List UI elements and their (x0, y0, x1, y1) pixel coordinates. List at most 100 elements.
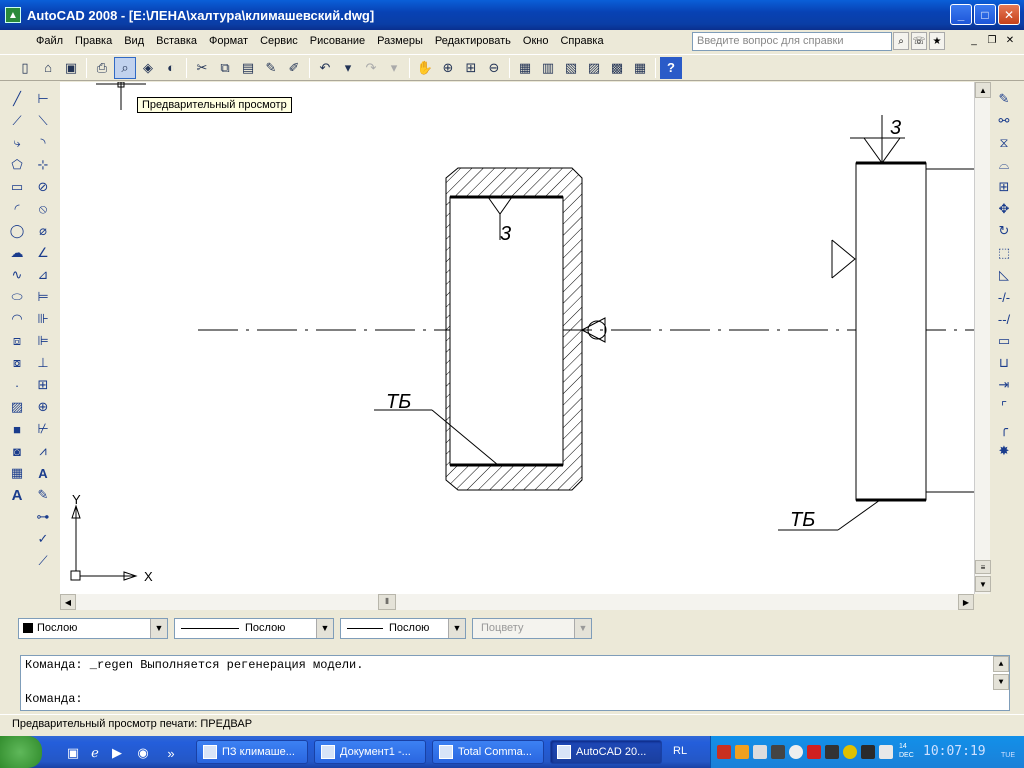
vertical-scrollbar[interactable]: ▲ ≡ ▼ (974, 82, 991, 594)
insert-block-icon[interactable]: ⧈ (6, 330, 28, 352)
linear-dimension-icon[interactable]: ⊢ (32, 88, 54, 110)
quick-leader-icon[interactable]: ⊫ (32, 330, 54, 352)
help-search-input[interactable]: Введите вопрос для справки (692, 32, 892, 51)
ie-icon[interactable]: ℯ (86, 744, 104, 762)
paste-icon[interactable]: ▤ (237, 57, 259, 79)
construction-line-icon[interactable]: ⟋ (6, 110, 28, 132)
doc-close-button[interactable]: ✕ (1002, 33, 1018, 48)
command-prompt[interactable]: Команда: (25, 692, 83, 706)
command-window[interactable]: Команда: _regen Выполняется регенерация … (20, 655, 1010, 711)
copy-object-icon[interactable]: ⚯ (993, 110, 1015, 132)
tray-clock-icon[interactable] (789, 745, 803, 759)
task-total-commander[interactable]: Total Comma... (432, 740, 544, 764)
plot-preview-icon[interactable]: ⌕ (114, 56, 136, 79)
tray-antivirus-icon[interactable] (843, 745, 857, 759)
chevron-down-icon[interactable]: ▼ (316, 618, 333, 638)
menu-draw[interactable]: Рисование (304, 35, 371, 47)
menu-modify[interactable]: Редактировать (429, 35, 517, 47)
tray-network-icon[interactable] (753, 745, 767, 759)
hatch-icon[interactable]: ▨ (6, 396, 28, 418)
communication-center-icon[interactable]: ☏ (911, 32, 927, 50)
menu-window[interactable]: Окно (517, 35, 555, 47)
help-icon[interactable]: ? (660, 56, 682, 79)
menu-help[interactable]: Справка (554, 35, 609, 47)
tolerance-icon[interactable]: ⊥ (32, 352, 54, 374)
design-center-icon[interactable]: ▥ (537, 57, 559, 79)
lineweight-control[interactable]: Послою ▼ (340, 617, 466, 639)
start-button[interactable] (0, 736, 42, 768)
close-button[interactable]: ✕ (998, 4, 1020, 25)
move-icon[interactable]: ✥ (993, 198, 1015, 220)
help-search-icon[interactable]: ⌕ (893, 32, 909, 50)
continue-dimension-icon[interactable]: ⊪ (32, 308, 54, 330)
undo-icon[interactable]: ↶ (314, 57, 336, 79)
favorites-star-icon[interactable]: ★ (929, 32, 945, 50)
explode-icon[interactable]: ✸ (993, 440, 1015, 462)
pan-icon[interactable]: ✋ (414, 57, 436, 79)
scroll-down-icon[interactable]: ▼ (975, 576, 991, 592)
break-at-point-icon[interactable]: ▭ (993, 330, 1015, 352)
fillet-icon[interactable]: ╭ (993, 418, 1015, 440)
autocad-app-icon[interactable]: ▲ (5, 7, 21, 23)
task-autocad[interactable]: AutoCAD 20... (550, 740, 662, 764)
3d-dwf-icon[interactable]: ◐ (160, 57, 182, 79)
volume-icon[interactable] (879, 745, 893, 759)
leader-edit-icon[interactable]: ⟋ (32, 550, 54, 572)
match-properties-icon[interactable]: ✎ (260, 57, 282, 79)
text-edit-icon[interactable]: ✎ (32, 484, 54, 506)
tray-device-icon[interactable] (825, 745, 839, 759)
arc-icon[interactable]: ◜ (6, 198, 28, 220)
chevron-down-icon[interactable]: ▼ (150, 618, 167, 638)
open-icon[interactable]: ⌂ (37, 57, 59, 79)
plotstyle-control[interactable]: Поцвету ▼ (472, 617, 592, 639)
wmp-icon[interactable]: ▶ (108, 744, 126, 762)
polygon-icon[interactable]: ⬠ (6, 154, 28, 176)
ellipse-icon[interactable]: ⬭ (6, 286, 28, 308)
menu-dimensions[interactable]: Размеры (371, 35, 429, 47)
menu-tools[interactable]: Сервис (254, 35, 304, 47)
tray-player-icon[interactable] (735, 745, 749, 759)
rectangle-icon[interactable]: ▭ (6, 176, 28, 198)
zoom-window-icon[interactable]: ⊞ (460, 57, 482, 79)
arc-length-icon[interactable]: ◝ (32, 132, 54, 154)
scale-icon[interactable]: ⬚ (993, 242, 1015, 264)
baseline-dimension-icon[interactable]: ⊨ (32, 286, 54, 308)
cmd-scroll-down-icon[interactable]: ▼ (993, 674, 1009, 690)
stretch-icon[interactable]: ◺ (993, 264, 1015, 286)
region-icon[interactable]: ◙ (6, 440, 28, 462)
rotate-icon[interactable]: ↻ (993, 220, 1015, 242)
make-block-icon[interactable]: ⧇ (6, 352, 28, 374)
chevron-down-icon[interactable]: ▼ (574, 618, 591, 638)
menu-insert[interactable]: Вставка (150, 35, 203, 47)
dimension-style-icon[interactable]: A (32, 462, 54, 484)
save-icon[interactable]: ▣ (60, 57, 82, 79)
drawing-area[interactable]: 3 ТБ 3 ТБ Y X (60, 82, 974, 594)
language-indicator[interactable]: RL (673, 745, 687, 757)
jogged-dimension-icon[interactable]: ⦸ (32, 198, 54, 220)
tray-alert-icon[interactable] (807, 745, 821, 759)
tray-hardware-icon[interactable] (861, 745, 875, 759)
diameter-dimension-icon[interactable]: ⌀ (32, 220, 54, 242)
scroll-thumb[interactable]: ≡ (975, 560, 991, 574)
show-desktop-icon[interactable]: ▣ (64, 744, 82, 762)
quick-dimension-icon[interactable]: ⊿ (32, 264, 54, 286)
quicklaunch-expand-icon[interactable]: » (162, 744, 180, 762)
scroll-up-icon[interactable]: ▲ (975, 82, 991, 98)
offset-icon[interactable]: ⌓ (993, 154, 1015, 176)
dim-style-control-icon[interactable]: ⊶ (32, 506, 54, 528)
angular-dimension-icon[interactable]: ∠ (32, 242, 54, 264)
revision-cloud-icon[interactable]: ☁ (6, 242, 28, 264)
properties-icon[interactable]: ▦ (514, 57, 536, 79)
erase-icon[interactable]: ✎ (993, 88, 1015, 110)
trim-icon[interactable]: -/- (993, 286, 1015, 308)
line-icon[interactable]: ╱ (6, 88, 28, 110)
publish-icon[interactable]: ◈ (137, 57, 159, 79)
task-document1[interactable]: Документ1 -... (314, 740, 426, 764)
doc-minimize-button[interactable]: _ (966, 33, 982, 48)
new-icon[interactable]: ▯ (14, 57, 36, 79)
mirror-icon[interactable]: ⧖ (993, 132, 1015, 154)
menu-file[interactable]: Файл (30, 35, 69, 47)
aligned-dimension-icon[interactable]: ⟍ (32, 110, 54, 132)
chevron-down-icon[interactable]: ▼ (448, 618, 465, 638)
zoom-realtime-icon[interactable]: ⊕ (437, 57, 459, 79)
